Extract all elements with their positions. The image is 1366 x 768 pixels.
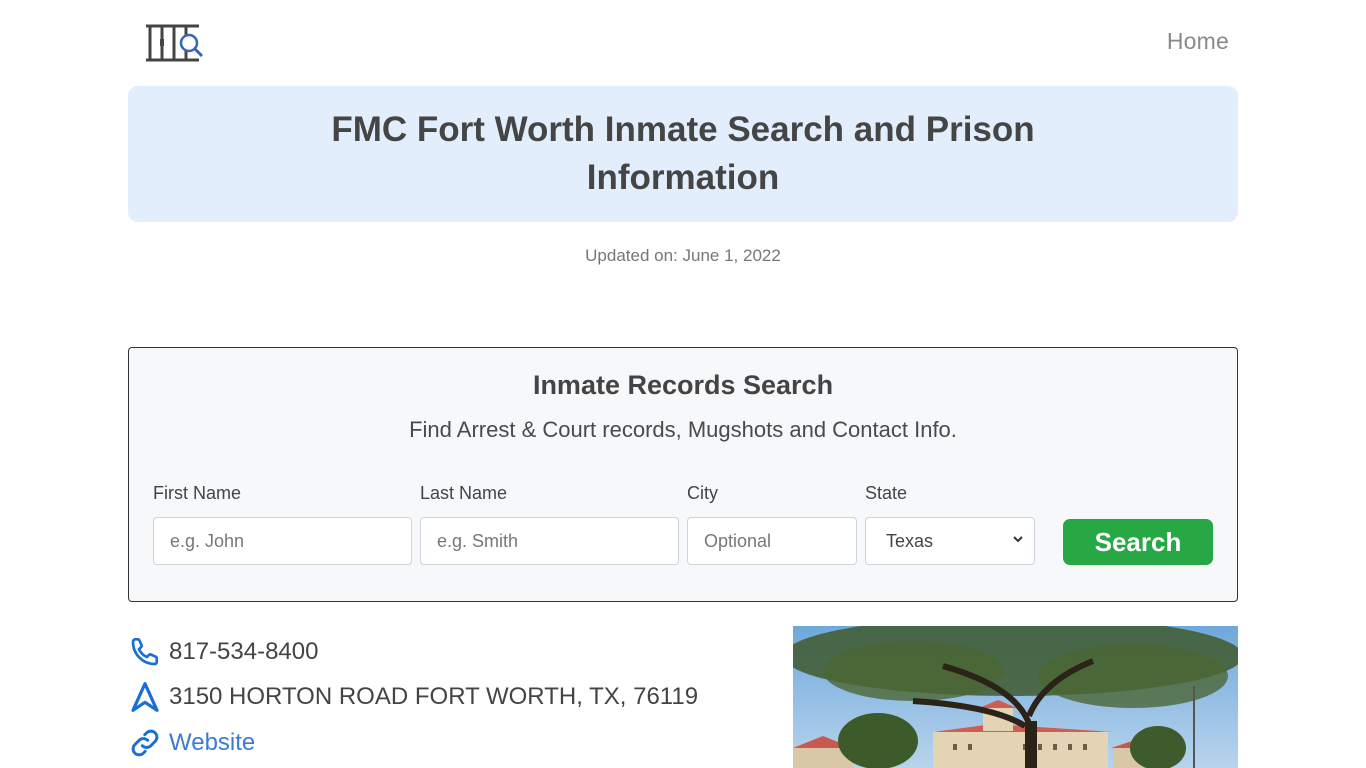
last-name-input[interactable]: e.g. Smith — [420, 517, 679, 565]
search-button[interactable]: Search — [1063, 519, 1213, 565]
phone-icon — [128, 635, 162, 669]
state-select[interactable]: Texas — [865, 517, 1035, 565]
phone-row: 817-534-8400 — [128, 635, 318, 669]
phone-number[interactable]: 817-534-8400 — [169, 638, 318, 666]
search-title: Inmate Records Search — [532, 370, 834, 400]
inmate-search-form: Inmate Records Search Find Arrest & Cour… — [128, 347, 1238, 602]
facility-photo — [793, 626, 1238, 768]
nav-home-link[interactable]: Home — [1167, 28, 1229, 55]
city-input[interactable]: Optional — [687, 517, 857, 565]
jail-bars-search-icon — [146, 24, 204, 62]
website-link[interactable]: Website — [169, 729, 255, 757]
link-icon — [128, 726, 162, 760]
state-label: State — [865, 483, 908, 503]
first-name-label: First Name — [153, 483, 242, 503]
first-name-input[interactable]: e.g. John — [153, 517, 412, 565]
address-row: 3150 HORTON ROAD FORT WORTH, TX, 76119 — [128, 680, 698, 714]
website-row: Website — [128, 726, 255, 760]
state-select-value: Texas — [886, 530, 934, 551]
page-title: FMC Fort Worth Inmate Search and Prison … — [331, 110, 1035, 197]
chevron-down-icon — [1013, 536, 1023, 543]
last-name-label: Last Name — [420, 483, 508, 503]
city-label: City — [687, 483, 718, 503]
site-logo[interactable] — [145, 23, 207, 63]
address-text: 3150 HORTON ROAD FORT WORTH, TX, 76119 — [169, 683, 699, 710]
search-subtitle: Find Arrest & Court records, Mugshots an… — [409, 417, 957, 442]
hero-banner: FMC Fort Worth Inmate Search and Prison … — [128, 86, 1238, 222]
navigation-arrow-icon — [128, 680, 162, 714]
updated-date: Updated on: June 1, 2022 — [585, 246, 781, 265]
